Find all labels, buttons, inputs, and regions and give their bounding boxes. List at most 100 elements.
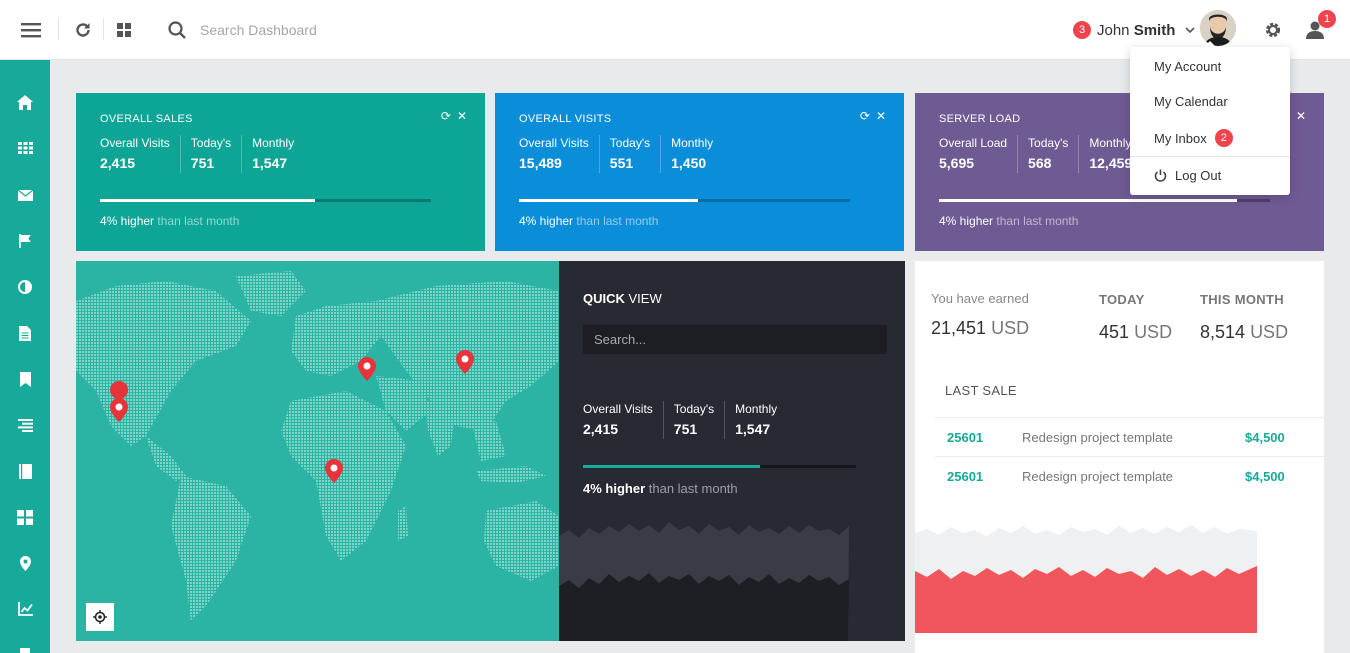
card-footer: 4% higher than last month (519, 214, 658, 228)
stat: Monthly 1,547 (735, 401, 787, 439)
close-icon[interactable]: ✕ (876, 109, 886, 123)
progress-fill (100, 199, 316, 202)
table-row[interactable]: 25601 Redesign project template $4,500 (935, 456, 1324, 495)
earnings-sparkline (915, 525, 1257, 633)
card-controls: ⟳ ✕ (860, 109, 886, 123)
card-overall-visits: OVERALL VISITS ⟳ ✕ Overall Visits 15,489 T… (495, 93, 904, 251)
footer-highlight: 4% higher (939, 214, 994, 228)
stat: Today's 751 (673, 401, 726, 439)
document-icon[interactable] (13, 321, 37, 345)
card-stats: Overall Visits 15,489 Today's 551 Monthly 1… (519, 135, 733, 173)
stat-value: 1,450 (671, 155, 707, 171)
stat-value: 568 (1028, 155, 1052, 171)
quick-view-sparkline (559, 522, 849, 641)
locate-button[interactable] (86, 603, 114, 631)
user-menu-toggle[interactable]: 3 John Smith (1073, 10, 1195, 50)
stat: Today's 568 (1028, 135, 1080, 173)
stat: Today's 551 (610, 135, 662, 173)
stat-label: Monthly (735, 402, 778, 416)
inbox-badge: 2 (1214, 129, 1233, 147)
footer-muted: than last month (576, 214, 659, 228)
progress-bar (519, 199, 850, 202)
map-pin-icon[interactable] (13, 551, 37, 575)
footer-muted: than last month (648, 481, 738, 496)
month-label: THIS MONTH (1200, 292, 1284, 307)
refresh-icon[interactable]: ⟳ (860, 109, 870, 123)
menu-item-my-account[interactable]: My Account (1154, 59, 1221, 74)
apps-icon[interactable] (112, 18, 136, 42)
sale-description: Redesign project template (1022, 469, 1174, 484)
stat: Monthly 1,547 (252, 135, 304, 173)
card-controls: ⟳ ✕ (441, 109, 467, 123)
align-icon[interactable] (13, 413, 37, 437)
progress-fill (583, 465, 761, 468)
divider (1130, 156, 1290, 157)
stat-label: Today's (1028, 136, 1069, 150)
search-icon[interactable] (165, 18, 189, 42)
card-title: OVERALL SALES (100, 113, 193, 125)
sale-id: 25601 (947, 430, 984, 445)
stat-label: Overall Visits (519, 136, 589, 150)
progress-bar (939, 199, 1270, 202)
world-map-panel (76, 261, 559, 641)
search-input[interactable] (200, 18, 500, 42)
home-icon[interactable] (13, 90, 37, 114)
stat-label: Overall Load (939, 136, 1008, 150)
chart-icon[interactable] (13, 597, 37, 621)
card-overall-sales: OVERALL SALES ⟳ ✕ Overall Visits 2,415 Tod… (76, 93, 485, 251)
quick-view-search-input[interactable] (583, 325, 887, 354)
notification-badge: 3 (1073, 21, 1091, 39)
stat-label: Today's (190, 136, 232, 150)
quick-view-stats: Overall Visits 2,415 Today's 751 Monthly 1,… (583, 401, 797, 439)
close-icon[interactable]: ✕ (1296, 109, 1306, 123)
grid-icon[interactable] (13, 136, 37, 160)
menu-item-my-calendar[interactable]: My Calendar (1154, 94, 1228, 109)
menu-item-log-out[interactable]: Log Out (1154, 168, 1221, 183)
menu-item-label: My Inbox (1154, 130, 1207, 146)
earned-label: You have earned (931, 291, 1029, 306)
stat: Today's 751 (190, 135, 243, 173)
book-icon[interactable] (13, 459, 37, 483)
user-dropdown-menu: My Account My Calendar My Inbox 2 Log Ou… (1130, 41, 1290, 195)
stat: Overall Visits 2,415 (583, 401, 664, 439)
today-label: TODAY (1099, 292, 1145, 307)
footer-highlight: 4% higher (583, 481, 646, 496)
today-value: 451 USD (1099, 322, 1173, 342)
envelope-icon[interactable] (13, 183, 37, 207)
contrast-icon[interactable] (13, 275, 37, 299)
user-name: John Smith (1097, 21, 1176, 39)
menu-item-label: My Calendar (1154, 94, 1228, 109)
stat-value: 1,547 (252, 155, 288, 171)
close-icon[interactable]: ✕ (457, 109, 467, 123)
stat-label: Monthly (252, 136, 295, 150)
menu-icon[interactable] (19, 18, 43, 42)
card-stats: Overall Visits 2,415 Today's 751 Monthly 1,… (100, 135, 314, 173)
gear-icon[interactable] (1261, 18, 1285, 42)
stat: Overall Visits 15,489 (519, 135, 600, 173)
last-sale-heading: LAST SALE (945, 383, 1017, 398)
more-icon[interactable] (13, 640, 37, 653)
sale-description: Redesign project template (1022, 430, 1174, 445)
quick-view-panel: QUICK VIEW Overall Visits 2,415 Today's 75… (559, 261, 905, 641)
dashboard-icon[interactable] (13, 505, 37, 529)
stat-label: Overall Visits (100, 136, 170, 150)
stat-label: Overall Visits (583, 402, 653, 416)
menu-item-my-inbox[interactable]: My Inbox 2 (1154, 129, 1233, 147)
chevron-down-icon (1185, 27, 1195, 34)
table-row[interactable]: 25601 Redesign project template $4,500 (935, 417, 1324, 456)
card-stats: Overall Load 5,695 Today's 568 Monthly 12,4… (939, 135, 1152, 173)
panel-footer: 4% higher than last month (583, 481, 738, 496)
refresh-icon[interactable] (71, 18, 95, 42)
map-marker[interactable] (358, 357, 376, 381)
earned-value: 21,451 USD (931, 318, 1030, 338)
card-footer: 4% higher than last month (100, 214, 239, 228)
progress-bar (583, 465, 856, 468)
menu-item-label: My Account (1154, 59, 1222, 74)
sale-amount: $4,500 (1245, 469, 1285, 484)
power-icon (1154, 169, 1167, 182)
stat-value: 751 (673, 421, 698, 437)
refresh-icon[interactable]: ⟳ (441, 109, 451, 123)
stat-value: 2,415 (583, 421, 619, 437)
bookmark-icon[interactable] (13, 367, 37, 391)
flag-icon[interactable] (13, 229, 37, 253)
